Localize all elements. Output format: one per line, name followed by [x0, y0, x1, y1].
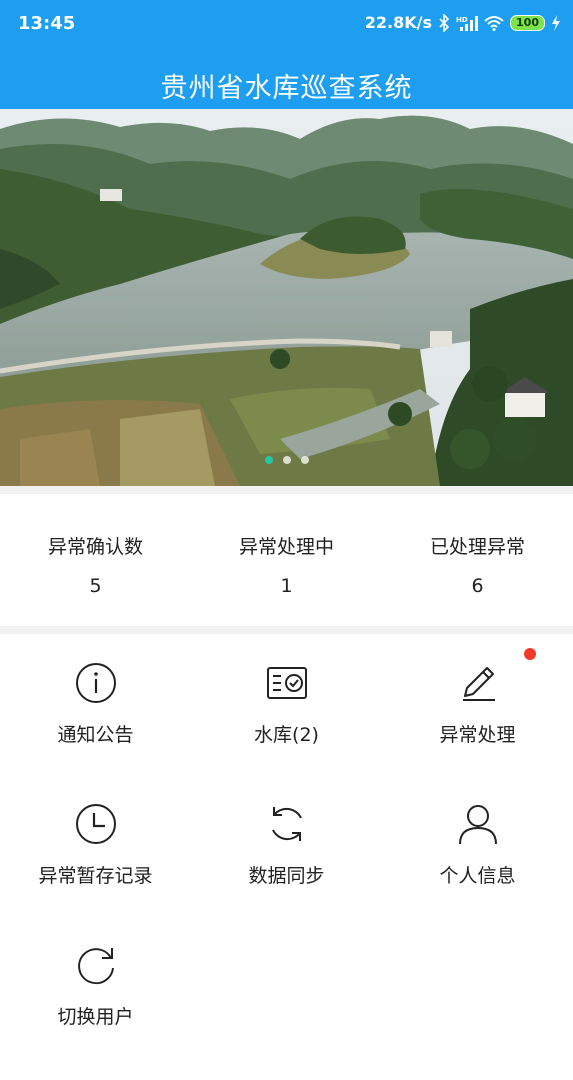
carousel-dot[interactable] — [300, 456, 309, 464]
notification-badge — [524, 648, 536, 660]
carousel-dot[interactable] — [282, 456, 291, 464]
refresh-icon — [78, 948, 114, 985]
menu-item-switch-user[interactable]: 切换用户 — [0, 916, 191, 1056]
stat-exception-processing[interactable]: 异常处理中 1 — [191, 532, 382, 597]
certificate-icon — [267, 667, 307, 699]
stat-label: 异常确认数 — [47, 536, 143, 558]
banner-carousel[interactable] — [0, 109, 573, 486]
menu-item-data-sync[interactable]: 数据同步 — [191, 775, 382, 915]
stat-label: 异常处理中 — [238, 536, 334, 558]
stat-value: 1 — [280, 575, 293, 597]
status-time: 13:45 — [18, 13, 76, 34]
clock-icon — [76, 804, 116, 844]
stat-value: 6 — [471, 575, 484, 597]
bluetooth-icon — [438, 13, 450, 32]
battery-level: 100 — [516, 16, 539, 29]
carousel-dot[interactable] — [264, 456, 273, 464]
status-indicators: 22.8K/s HD 100 — [365, 13, 561, 32]
info-icon — [76, 663, 116, 703]
menu-item-label: 水库(2) — [254, 724, 319, 746]
battery-icon: 100 — [510, 14, 545, 31]
divider — [0, 486, 573, 494]
sync-icon — [272, 807, 302, 841]
svg-text:HD: HD — [456, 16, 468, 24]
status-bar: 13:45 22.8K/s HD 100 — [0, 0, 573, 50]
network-speed: 22.8K/s — [364, 13, 433, 32]
stat-value: 5 — [89, 575, 102, 597]
menu-item-label: 异常暂存记录 — [38, 865, 153, 887]
stats-panel: 异常确认数 5 异常处理中 1 已处理异常 6 — [0, 494, 573, 626]
divider — [0, 626, 573, 634]
banner-image — [0, 109, 573, 486]
stat-label: 已处理异常 — [429, 536, 525, 558]
menu-item-exception-handling[interactable]: 异常处理 — [382, 634, 573, 774]
user-icon — [459, 805, 497, 845]
stat-exception-confirmed[interactable]: 异常确认数 5 — [0, 532, 191, 597]
menu-item-temp-records[interactable]: 异常暂存记录 — [0, 775, 191, 915]
carousel-indicator — [0, 456, 573, 464]
page-title: 贵州省水库巡查系统 — [160, 73, 413, 104]
menu-item-notice[interactable]: 通知公告 — [0, 634, 191, 774]
menu-item-profile[interactable]: 个人信息 — [382, 775, 573, 915]
menu-item-label: 通知公告 — [57, 724, 134, 746]
menu-item-label: 异常处理 — [439, 724, 516, 746]
pencil-icon — [463, 667, 495, 701]
menu-item-reservoir[interactable]: 水库(2) — [191, 634, 382, 774]
stat-exception-processed[interactable]: 已处理异常 6 — [382, 532, 573, 597]
menu-item-label: 数据同步 — [248, 865, 325, 887]
menu-item-label: 个人信息 — [439, 865, 516, 887]
signal-icon: HD — [456, 15, 479, 31]
charging-icon — [551, 14, 561, 31]
menu-item-label: 切换用户 — [57, 1006, 134, 1028]
wifi-icon — [484, 15, 504, 31]
